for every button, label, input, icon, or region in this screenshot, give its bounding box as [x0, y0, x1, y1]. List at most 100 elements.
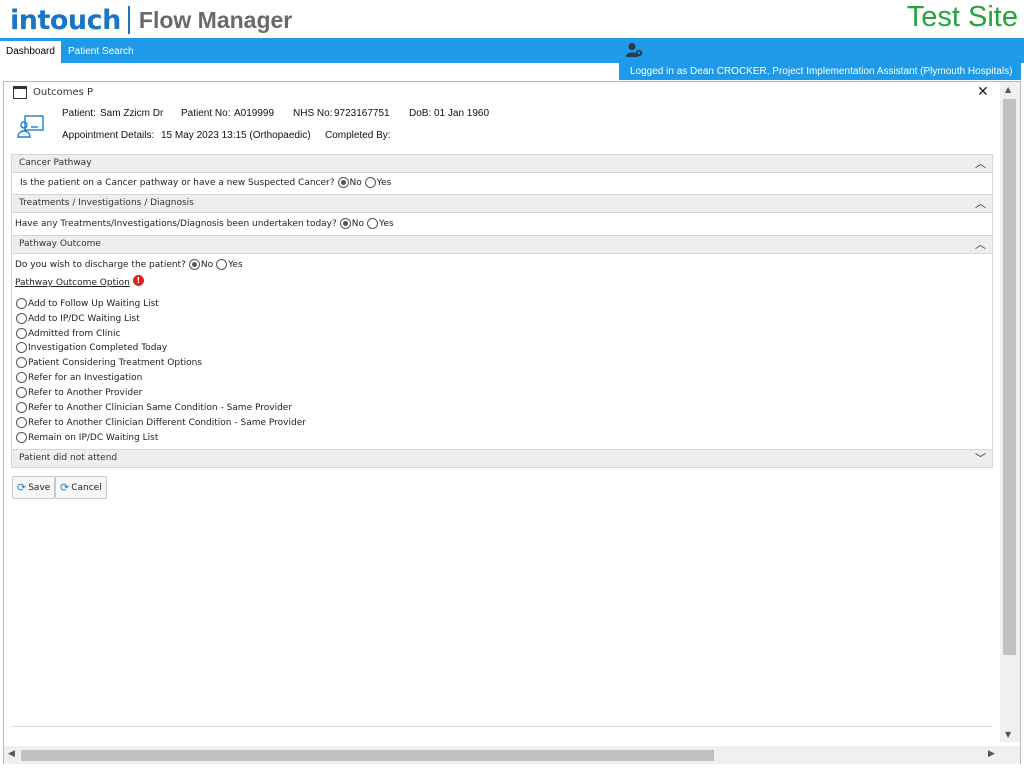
section-header-pathway-outcome[interactable]: Pathway Outcome ︿: [11, 235, 993, 254]
vertical-scrollbar[interactable]: ▲ ▼: [1000, 82, 1020, 742]
scroll-left-icon[interactable]: ◀: [8, 749, 15, 759]
cancel-button[interactable]: ⟳ Cancel: [55, 476, 107, 499]
section-header-patient-did-not-attend[interactable]: Patient did not attend ﹀: [11, 449, 993, 468]
horizontal-scrollbar[interactable]: ◀ ▶: [4, 746, 1020, 764]
outcome-option-label: Refer for an Investigation: [28, 372, 143, 383]
tab-dashboard[interactable]: Dashboard: [0, 41, 61, 63]
outcome-option-radio[interactable]: [16, 313, 27, 324]
outcome-option[interactable]: Refer for an Investigation: [15, 372, 142, 383]
chevron-up-icon[interactable]: ︿: [975, 195, 986, 211]
outcome-option-label: Refer to Another Clinician Different Con…: [28, 417, 306, 428]
outcome-option-heading-row: Pathway Outcome Option !: [15, 274, 144, 288]
outcome-option-radio[interactable]: [16, 387, 27, 398]
refresh-icon: ⟳: [60, 481, 70, 494]
outcome-option[interactable]: Add to Follow Up Waiting List: [15, 298, 159, 309]
scroll-down-icon[interactable]: ▼: [1005, 730, 1011, 739]
outcome-option-radio[interactable]: [16, 417, 27, 428]
outcome-option[interactable]: Refer to Another Clinician Different Con…: [15, 417, 306, 428]
app-logo: intouch Flow Manager: [10, 3, 292, 37]
section-body-cancer-pathway: Is the patient on a Cancer pathway or ha…: [11, 173, 993, 194]
logged-in-user-text: Logged in as Dean CROCKER, Project Imple…: [630, 66, 1013, 77]
outcome-option-radio[interactable]: [16, 357, 27, 368]
discharge-question-row: Do you wish to discharge the patient? No…: [15, 259, 243, 270]
section-header-cancer-pathway[interactable]: Cancer Pathway ︿: [11, 154, 993, 173]
treatments-question-text: Have any Treatments/Investigations/Diagn…: [15, 218, 337, 229]
refresh-icon: ⟳: [17, 481, 27, 494]
tab-patient-search[interactable]: Patient Search: [62, 41, 140, 63]
treatments-question-row: Have any Treatments/Investigations/Diagn…: [15, 218, 394, 229]
outcome-option-label: Patient Considering Treatment Options: [28, 357, 202, 368]
outcome-option-label: Remain on IP/DC Waiting List: [28, 432, 159, 443]
section-title: Treatments / Investigations / Diagnosis: [19, 198, 194, 208]
outcome-option[interactable]: Refer to Another Provider: [15, 387, 142, 398]
scroll-up-icon[interactable]: ▲: [1005, 85, 1011, 94]
outcome-option[interactable]: Remain on IP/DC Waiting List: [15, 432, 158, 443]
cancer-no-radio[interactable]: [337, 177, 349, 188]
dob-value: 01 Jan 1960: [434, 108, 490, 119]
top-header: intouch Flow Manager Test Site: [0, 0, 1024, 38]
outcome-option-radio[interactable]: [16, 328, 27, 339]
treatments-no-radio[interactable]: [339, 218, 351, 229]
section-title: Pathway Outcome: [19, 239, 101, 249]
patient-name-label: Patient:: [62, 108, 96, 119]
vertical-scroll-thumb[interactable]: [1003, 99, 1016, 655]
outcome-option[interactable]: Admitted from Clinic: [15, 328, 120, 339]
patient-no-value: A019999: [234, 108, 275, 119]
completed-by-label: Completed By:: [325, 130, 391, 141]
logo-brand: intouch: [10, 4, 121, 36]
outcome-option-radio[interactable]: [16, 372, 27, 383]
patient-card-icon: [17, 114, 45, 144]
outcome-option[interactable]: Refer to Another Clinician Same Conditio…: [15, 402, 292, 413]
discharge-yes-radio[interactable]: [216, 259, 228, 270]
section-header-treatments[interactable]: Treatments / Investigations / Diagnosis …: [11, 194, 993, 213]
chevron-up-icon[interactable]: ︿: [975, 155, 986, 171]
outcome-option-radio[interactable]: [16, 298, 27, 309]
horizontal-scroll-thumb[interactable]: [21, 750, 714, 761]
outcome-option[interactable]: Add to IP/DC Waiting List: [15, 313, 140, 324]
treatments-yes-radio[interactable]: [367, 218, 379, 229]
save-button[interactable]: ⟳ Save: [12, 476, 56, 499]
dialog-titlebar: Outcomes P ✕: [4, 82, 998, 104]
cancer-no-label: No: [349, 177, 362, 188]
window-icon: [13, 86, 27, 99]
section-title: Cancer Pathway: [19, 158, 92, 168]
required-warning-icon: !: [132, 274, 144, 286]
save-button-label: Save: [28, 482, 51, 493]
outcome-option[interactable]: Patient Considering Treatment Options: [15, 357, 202, 368]
chevron-up-icon[interactable]: ︿: [975, 236, 986, 252]
nhs-no-label: NHS No:: [293, 108, 333, 119]
logo-separator: [127, 6, 130, 34]
outcome-option[interactable]: Investigation Completed Today: [15, 342, 167, 353]
nhs-no-value: 9723167751: [334, 108, 390, 119]
appointment-label: Appointment Details:: [62, 130, 155, 141]
outcome-option-label: Add to IP/DC Waiting List: [28, 313, 140, 324]
chevron-down-icon[interactable]: ﹀: [975, 450, 986, 466]
cancer-yes-radio[interactable]: [364, 177, 376, 188]
close-icon[interactable]: ✕: [977, 84, 989, 100]
cancer-question-text: Is the patient on a Cancer pathway or ha…: [20, 177, 335, 188]
discharge-no-radio[interactable]: [188, 259, 200, 270]
site-label: Test Site: [906, 1, 1018, 33]
patient-no-label: Patient No:: [181, 108, 231, 119]
discharge-question-text: Do you wish to discharge the patient?: [15, 259, 186, 270]
scroll-right-icon[interactable]: ▶: [988, 749, 995, 759]
user-settings-icon[interactable]: [626, 42, 644, 62]
outcome-option-label: Add to Follow Up Waiting List: [28, 298, 159, 309]
section-body-treatments: Have any Treatments/Investigations/Diagn…: [11, 213, 993, 235]
outcome-option-radio[interactable]: [16, 432, 27, 443]
cancer-yes-label: Yes: [376, 177, 392, 188]
outcome-option-label: Admitted from Clinic: [28, 328, 121, 339]
divider: [11, 726, 993, 727]
treatments-yes-label: Yes: [379, 218, 394, 229]
logo-product-name: Flow Manager: [138, 6, 293, 33]
outcome-option-radio[interactable]: [16, 342, 27, 353]
outcome-option-radio[interactable]: [16, 402, 27, 413]
section-title: Patient did not attend: [19, 453, 118, 463]
patient-name-value: Sam Zzicm Dr: [100, 108, 164, 119]
dialog-title: Outcomes P: [33, 87, 94, 98]
cancel-button-label: Cancel: [71, 482, 102, 493]
discharge-no-label: No: [200, 259, 214, 270]
cancer-question-row: Is the patient on a Cancer pathway or ha…: [20, 177, 391, 188]
treatments-no-label: No: [351, 218, 365, 229]
user-panel: Logged in as Dean CROCKER, Project Imple…: [619, 38, 1021, 80]
